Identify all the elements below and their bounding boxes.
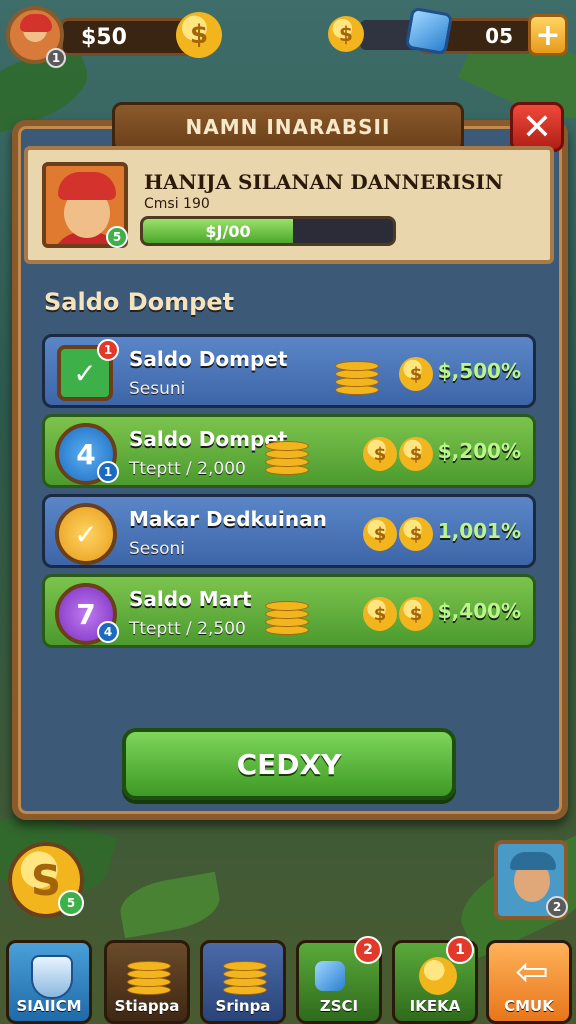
player-level-badge: 1 bbox=[46, 48, 66, 68]
wallet-row[interactable]: ✓ 1 Saldo Dompet Sesuni $ $,500% bbox=[42, 334, 536, 408]
coin-icon: $ bbox=[399, 517, 433, 551]
coin-icon: $ bbox=[399, 357, 433, 391]
coin-icon: $ bbox=[399, 597, 433, 631]
row-title: Saldo Dompet bbox=[129, 427, 288, 451]
wallet-row[interactable]: 7 4 Saldo Mart Tteptt / 2,500 $ $ $,400% bbox=[42, 574, 536, 648]
back-button[interactable]: ⇦ CMUK bbox=[486, 940, 572, 1024]
nav-badge: 1 bbox=[446, 936, 474, 964]
coin-icon: $ bbox=[363, 437, 397, 471]
row-title: Makar Dedkuinan bbox=[129, 507, 327, 531]
gold-check-icon: ✓ bbox=[55, 503, 117, 565]
close-button[interactable]: ✕ bbox=[510, 102, 564, 152]
nav-label: IKEKA bbox=[409, 997, 461, 1015]
row-value: $,400% bbox=[437, 599, 521, 623]
coin-stack-icon bbox=[127, 957, 171, 995]
nav-label: SIAIICM bbox=[16, 997, 82, 1015]
count-badge: 1 bbox=[97, 461, 119, 483]
row-value: $,200% bbox=[437, 439, 521, 463]
nav-label: Srinpa bbox=[215, 997, 271, 1015]
coin-badge: 5 bbox=[58, 890, 84, 916]
coin-icon: $ bbox=[363, 517, 397, 551]
coin-stack-icon bbox=[265, 439, 309, 477]
nav-label: Stiappa bbox=[114, 997, 180, 1015]
profile-level-badge: 5 bbox=[106, 226, 128, 248]
notification-badge: 1 bbox=[97, 339, 119, 361]
row-value: $,500% bbox=[437, 359, 521, 383]
coin-stack-icon bbox=[223, 957, 267, 995]
row-subtitle: Tteptt / 2,000 bbox=[129, 459, 246, 479]
coin-icon bbox=[419, 957, 457, 995]
character-badge: 2 bbox=[546, 896, 568, 918]
turban-icon bbox=[20, 14, 52, 32]
top-bar: $50 1 $ $ 05 + bbox=[0, 0, 576, 78]
turban-icon bbox=[58, 172, 116, 200]
progress-bar: $J/00 bbox=[140, 216, 396, 246]
wallet-row[interactable]: 4 1 Saldo Dompet Tteptt / 2,000 $ $ $,20… bbox=[42, 414, 536, 488]
coin-stack-icon bbox=[265, 599, 309, 637]
wallet-row[interactable]: ✓ Makar Dedkuinan Sesoni $ $ 1,001% bbox=[42, 494, 536, 568]
jungle-leaf bbox=[116, 871, 224, 939]
nav-label: ZSCI bbox=[319, 997, 359, 1015]
row-title: Saldo Mart bbox=[129, 587, 252, 611]
nav-button-shield[interactable]: SIAIICM bbox=[6, 940, 92, 1024]
shield-icon bbox=[31, 955, 73, 999]
profile-subtitle: Cmsi 190 bbox=[144, 196, 210, 212]
gem-value: 05 bbox=[485, 24, 513, 48]
coin-icon: $ bbox=[399, 437, 433, 471]
bottom-nav: SIAIICM Stiappa Srinpa ZSCI 2 IKEKA 1 ⇦ … bbox=[0, 936, 576, 1024]
gem-cube-icon bbox=[404, 6, 454, 56]
row-subtitle: Tteptt / 2,500 bbox=[129, 619, 246, 639]
coin-icon: $ bbox=[176, 12, 222, 58]
player-avatar[interactable]: 1 bbox=[6, 6, 66, 68]
nav-label: CMUK bbox=[504, 997, 554, 1015]
section-title: Saldo Dompet bbox=[44, 288, 235, 316]
coin-icon: $ bbox=[363, 597, 397, 631]
gem-icon bbox=[315, 961, 345, 991]
nav-button-coins[interactable]: Stiappa bbox=[104, 940, 190, 1024]
coin-icon: $ bbox=[328, 16, 364, 52]
dialog-title: NAMN INARABSII bbox=[112, 102, 464, 152]
row-title: Saldo Dompet bbox=[129, 347, 288, 371]
coin-stack-icon bbox=[335, 359, 379, 397]
money-value: $50 bbox=[81, 24, 127, 50]
nav-badge: 2 bbox=[354, 936, 382, 964]
confirm-button[interactable]: CEDXY bbox=[122, 728, 456, 800]
row-subtitle: Sesuni bbox=[129, 379, 186, 399]
row-subtitle: Sesoni bbox=[129, 539, 186, 559]
back-arrow-icon: ⇦ bbox=[515, 949, 549, 995]
cap-icon bbox=[510, 852, 556, 870]
progress-label: $J/00 bbox=[205, 221, 251, 241]
row-value: 1,001% bbox=[437, 519, 521, 543]
add-currency-button[interactable]: + bbox=[528, 14, 568, 56]
count-badge: 4 bbox=[97, 621, 119, 643]
profile-name: HANIJA SILANAN DANNERISIN bbox=[144, 170, 504, 194]
nav-button-stack[interactable]: Srinpa bbox=[200, 940, 286, 1024]
